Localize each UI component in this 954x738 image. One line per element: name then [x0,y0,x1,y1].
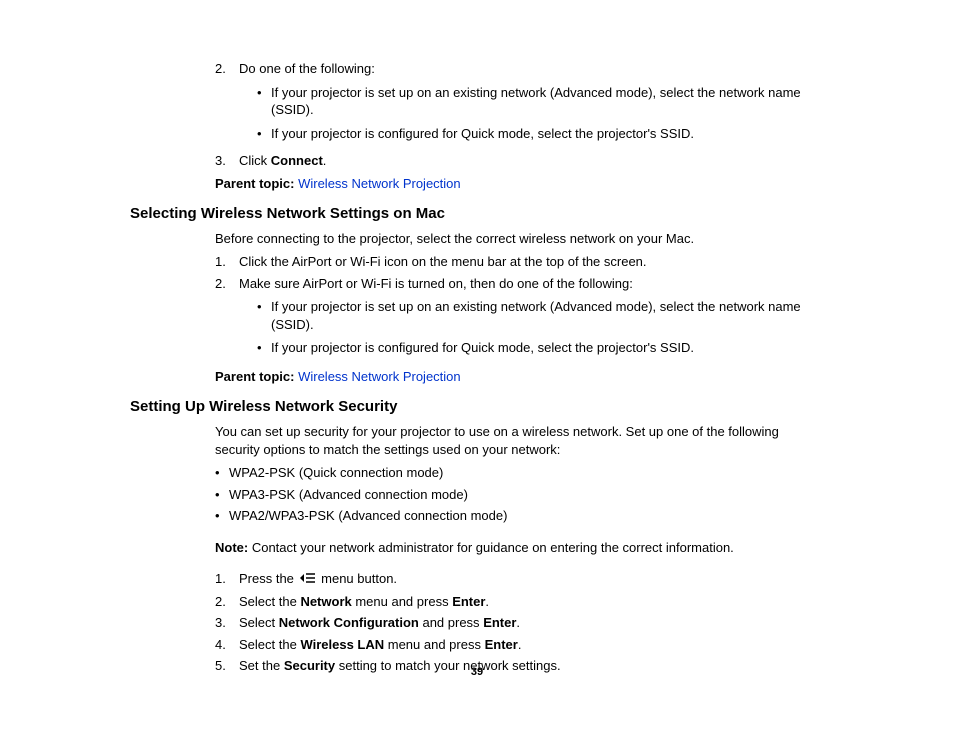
list-body: Select Network Configuration and press E… [239,614,824,632]
list-text: Do one of the following: [239,61,375,76]
list-item-2: 2. Make sure AirPort or Wi-Fi is turned … [215,275,824,363]
security-option-list: •WPA2-PSK (Quick connection mode) •WPA3-… [130,464,824,525]
text-post: . [518,637,522,652]
page-number: 39 [0,666,954,678]
text-bold: Enter [485,637,518,652]
sub-bullet-text: If your projector is configured for Quic… [271,339,694,357]
list-item-1: 1. Click the AirPort or Wi-Fi icon on th… [215,253,824,271]
list-number: 2. [215,593,239,611]
bullet-dot: • [257,84,271,119]
text-bold: Connect [271,153,323,168]
list-item-3: 3. Select Network Configuration and pres… [215,614,824,632]
list-item-2: 2. Do one of the following: • If your pr… [215,60,824,148]
list-number: 4. [215,636,239,654]
list-number: 2. [215,275,239,363]
parent-topic-line: Parent topic: Wireless Network Projectio… [130,369,824,384]
parent-topic-link[interactable]: Wireless Network Projection [298,369,461,384]
text-bold: Enter [483,615,516,630]
list-body: Select the Wireless LAN menu and press E… [239,636,824,654]
text-post: menu button. [318,571,398,586]
text-post: . [485,594,489,609]
list-number: 3. [215,614,239,632]
option-item: •WPA3-PSK (Advanced connection mode) [215,486,824,504]
intro-text: You can set up security for your project… [130,423,824,458]
bullet-dot: • [257,125,271,143]
list-number: 1. [215,253,239,271]
parent-topic-line: Parent topic: Wireless Network Projectio… [130,176,824,191]
sub-bullet-item: • If your projector is configured for Qu… [257,339,824,357]
list-number: 2. [215,60,239,148]
parent-topic-link[interactable]: Wireless Network Projection [298,176,461,191]
option-item: •WPA2-PSK (Quick connection mode) [215,464,824,482]
option-text: WPA2/WPA3-PSK (Advanced connection mode) [229,507,507,525]
list-body: Click Connect. [239,152,824,170]
bullet-dot: • [257,298,271,333]
list-body: Click the AirPort or Wi-Fi icon on the m… [239,253,824,271]
text-bold: Network [300,594,351,609]
sub-bullet-list: • If your projector is set up on an exis… [239,84,824,143]
text-pre: Select the [239,637,300,652]
text-bold: Wireless LAN [300,637,384,652]
text-pre: Click [239,153,271,168]
menu-icon [300,571,316,589]
sub-bullet-text: If your projector is set up on an existi… [271,298,824,333]
list-item-2: 2. Select the Network menu and press Ent… [215,593,824,611]
text-bold: Network Configuration [279,615,419,630]
bullet-dot: • [215,507,229,525]
list-item-3: 3. Click Connect. [215,152,824,170]
sub-bullet-item: • If your projector is set up on an exis… [257,84,824,119]
note-label: Note: [215,540,248,555]
text-post: . [516,615,520,630]
sub-bullet-item: • If your projector is configured for Qu… [257,125,824,143]
text-pre: Select the [239,594,300,609]
list-number: 1. [215,570,239,588]
text-pre: Press the [239,571,298,586]
note-text: Contact your network administrator for g… [248,540,734,555]
mac-ordered-list: 1. Click the AirPort or Wi-Fi icon on th… [130,253,824,363]
text-mid: menu and press [352,594,452,609]
bullet-dot: • [257,339,271,357]
parent-topic-label: Parent topic: [215,176,294,191]
sub-bullet-text: If your projector is configured for Quic… [271,125,694,143]
list-item-4: 4. Select the Wireless LAN menu and pres… [215,636,824,654]
text-post: . [323,153,327,168]
list-item-1: 1. Press the menu button. [215,570,824,588]
top-ordered-list: 2. Do one of the following: • If your pr… [130,60,824,170]
text-mid: menu and press [384,637,484,652]
parent-topic-label: Parent topic: [215,369,294,384]
list-body: Select the Network menu and press Enter. [239,593,824,611]
list-body: Make sure AirPort or Wi-Fi is turned on,… [239,275,824,363]
document-page: 2. Do one of the following: • If your pr… [0,0,954,675]
list-text: Make sure AirPort or Wi-Fi is turned on,… [239,276,633,291]
text-pre: Select [239,615,279,630]
text-bold: Enter [452,594,485,609]
option-item: •WPA2/WPA3-PSK (Advanced connection mode… [215,507,824,525]
option-text: WPA3-PSK (Advanced connection mode) [229,486,468,504]
option-text: WPA2-PSK (Quick connection mode) [229,464,443,482]
sub-bullet-text: If your projector is set up on an existi… [271,84,824,119]
list-body: Press the menu button. [239,570,824,588]
list-number: 3. [215,152,239,170]
text-mid: and press [419,615,483,630]
note-line: Note: Contact your network administrator… [130,539,824,557]
heading-security: Setting Up Wireless Network Security [130,398,824,415]
list-body: Do one of the following: • If your proje… [239,60,824,148]
sub-bullet-item: • If your projector is set up on an exis… [257,298,824,333]
bullet-dot: • [215,464,229,482]
security-steps-list: 1. Press the menu button. 2. Select the … [130,570,824,675]
intro-text: Before connecting to the projector, sele… [130,230,824,248]
bullet-dot: • [215,486,229,504]
heading-mac: Selecting Wireless Network Settings on M… [130,205,824,222]
sub-bullet-list: • If your projector is set up on an exis… [239,298,824,357]
